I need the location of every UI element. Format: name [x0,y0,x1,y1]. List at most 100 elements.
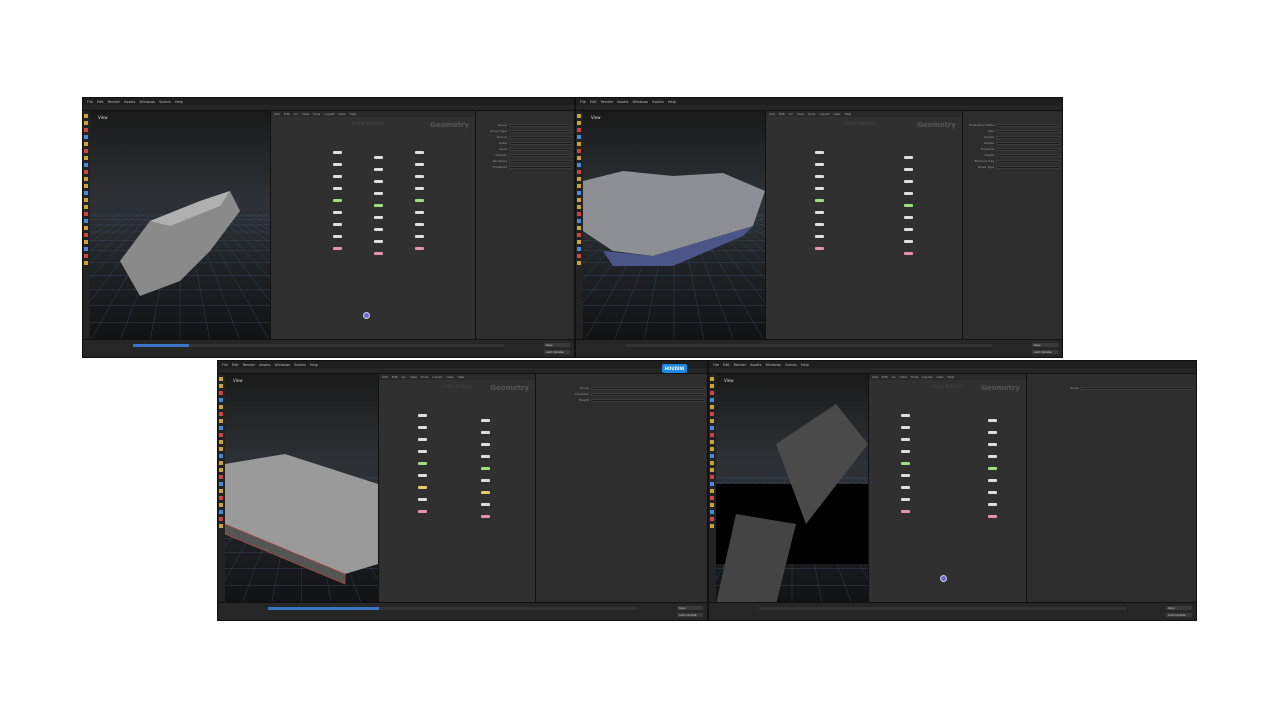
network-menu-edit[interactable]: Edit [882,375,888,379]
network-menu-layout[interactable]: Layout [819,112,829,116]
tool-icon[interactable] [219,384,223,388]
tool-icon[interactable] [577,184,581,188]
network-node[interactable] [903,228,913,231]
tool-icon[interactable] [577,212,581,216]
network-node[interactable] [987,467,997,470]
network-node[interactable] [900,486,910,489]
tool-icon[interactable] [577,226,581,230]
network-node[interactable] [332,211,342,214]
menu-edit[interactable]: Edit [232,363,239,367]
network-node[interactable] [903,192,913,195]
param-field[interactable] [508,153,572,157]
menu-file[interactable]: File [222,363,228,367]
network-node[interactable] [481,443,491,446]
network-node[interactable] [418,510,428,513]
tool-icon[interactable] [710,489,714,493]
menu-help[interactable]: Help [175,100,183,104]
network-node[interactable] [418,438,428,441]
tool-icon[interactable] [577,163,581,167]
network-menu-layout[interactable]: Layout [922,375,932,379]
network-node[interactable] [481,455,491,458]
auto-update-button[interactable]: Auto Update [677,613,703,617]
param-field[interactable] [508,129,572,133]
network-node[interactable] [373,204,383,207]
scene-viewport[interactable]: View [90,111,270,341]
param-field[interactable] [508,123,572,127]
menu-solaris[interactable]: Solaris [652,100,664,104]
tool-icon[interactable] [710,461,714,465]
tool-icon[interactable] [577,191,581,195]
tool-icon[interactable] [710,510,714,514]
network-node[interactable] [481,479,491,482]
param-field[interactable] [996,159,1060,163]
network-node[interactable] [373,168,383,171]
tool-icon[interactable] [577,261,581,265]
network-node[interactable] [481,491,491,494]
tool-icon[interactable] [710,398,714,402]
tool-icon[interactable] [577,135,581,139]
menu-help[interactable]: Help [668,100,676,104]
tool-icon[interactable] [710,426,714,430]
tool-icon[interactable] [577,233,581,237]
param-field[interactable] [996,153,1060,157]
network-node[interactable] [332,163,342,166]
tool-icon[interactable] [710,377,714,381]
network-editor[interactable]: Add Edit Go View Tools Layout Labs Help Indie E… [270,111,475,339]
tool-icon[interactable] [710,433,714,437]
timeline[interactable]: Keys Auto Update [576,339,1062,357]
network-node[interactable] [418,450,428,453]
tool-icon[interactable] [84,261,88,265]
tool-icon[interactable] [84,205,88,209]
tool-icon[interactable] [710,412,714,416]
network-node[interactable] [815,211,825,214]
network-node[interactable] [418,474,428,477]
network-menu-go[interactable]: Go [789,112,793,116]
network-node[interactable] [900,462,910,465]
tool-icon[interactable] [219,419,223,423]
network-node[interactable] [815,199,825,202]
menu-edit[interactable]: Edit [723,363,730,367]
network-menu-add[interactable]: Add [769,112,775,116]
menu-assets[interactable]: Assets [750,363,761,367]
auto-update-button[interactable]: Auto Update [544,350,570,354]
network-node[interactable] [332,187,342,190]
tool-icon[interactable] [219,489,223,493]
param-field[interactable] [508,159,572,163]
menu-windows[interactable]: Windows [766,363,782,367]
network-node[interactable] [481,431,491,434]
network-node[interactable] [414,163,424,166]
network-node[interactable] [987,431,997,434]
tool-icon[interactable] [219,433,223,437]
scene-viewport[interactable]: View [583,111,765,341]
network-menu-go[interactable]: Go [294,112,298,116]
tool-icon[interactable] [84,184,88,188]
network-menu-tools[interactable]: Tools [808,112,815,116]
tool-icon[interactable] [84,212,88,216]
tool-icon[interactable] [710,391,714,395]
menu-solaris[interactable]: Solaris [159,100,171,104]
auto-update-button[interactable]: Auto Update [1032,350,1058,354]
menu-help[interactable]: Help [310,363,318,367]
menu-render[interactable]: Render [601,100,613,104]
tool-icon[interactable] [710,482,714,486]
menu-help[interactable]: Help [801,363,809,367]
network-node[interactable] [987,443,997,446]
playbar[interactable] [626,344,992,347]
tool-icon[interactable] [710,475,714,479]
tool-icon[interactable] [219,405,223,409]
network-node[interactable] [815,235,825,238]
tool-icon[interactable] [84,226,88,230]
tool-icon[interactable] [577,128,581,132]
network-node[interactable] [900,438,910,441]
menu-assets[interactable]: Assets [124,100,135,104]
network-node[interactable] [481,467,491,470]
network-node[interactable] [332,175,342,178]
network-node[interactable] [373,228,383,231]
tool-icon[interactable] [577,121,581,125]
scene-viewport[interactable]: View [716,374,868,604]
network-node[interactable] [418,486,428,489]
network-menu-go[interactable]: Go [402,375,406,379]
network-node[interactable] [987,491,997,494]
tool-icon[interactable] [710,419,714,423]
network-menu-help[interactable]: Help [458,375,465,379]
